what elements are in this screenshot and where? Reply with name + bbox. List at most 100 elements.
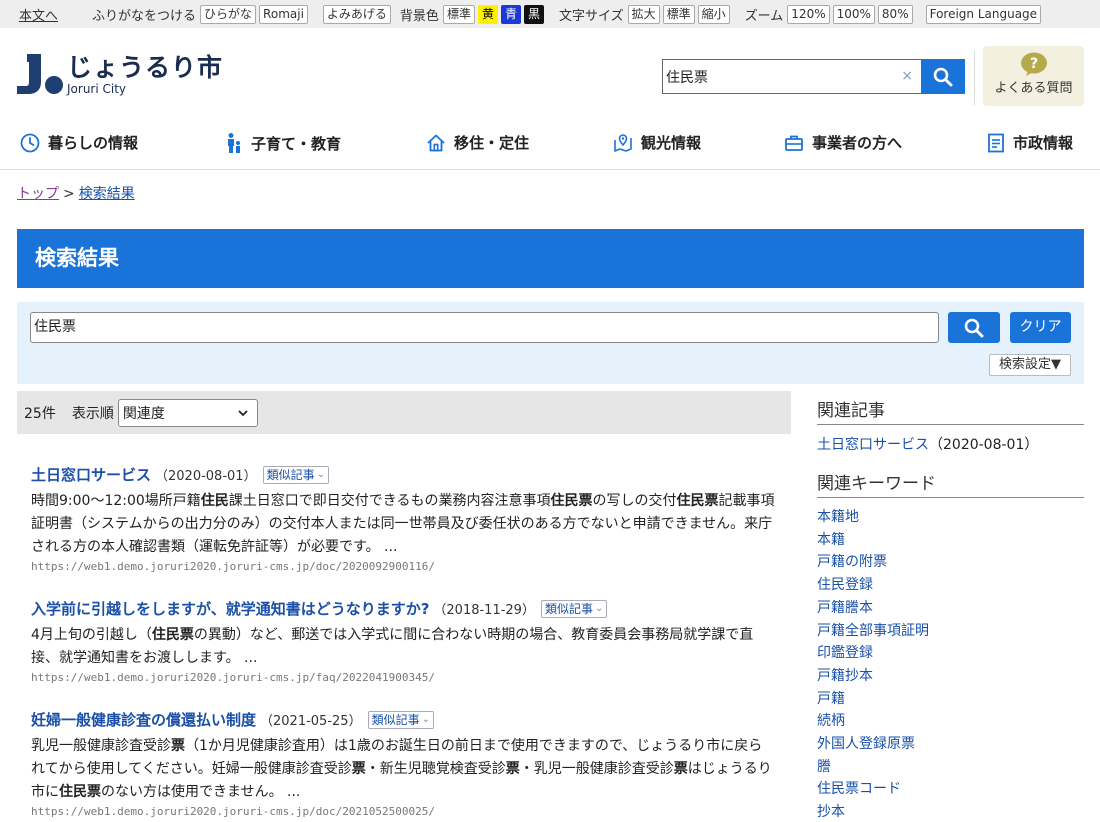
result-title-link[interactable]: 入学前に引越しをしますが、就学通知書はどうなりますか?	[31, 598, 429, 619]
logo-mark-icon	[17, 54, 63, 96]
page-title: 検索結果	[17, 229, 1084, 288]
logo-subtitle: Joruri City	[67, 82, 127, 96]
clear-search-icon[interactable]: ×	[901, 68, 913, 84]
keyword-link[interactable]: 戸籍	[817, 688, 1084, 711]
keyword-link[interactable]: 住民登録	[817, 574, 1084, 597]
result-snippet: 時間9:00～12:00場所戸籍住民課土日窓口で即日交付できるもの業務内容注意事…	[31, 493, 775, 555]
site-logo[interactable]: じょうるり市 Joruri City	[17, 54, 223, 96]
breadcrumb: トップ > 検索結果	[17, 183, 135, 203]
header-divider	[974, 50, 975, 105]
nav-item-childcare[interactable]: 子育て・教育	[225, 132, 341, 154]
related-article-link[interactable]: 土日窓口サービス	[817, 437, 929, 453]
keyword-link[interactable]: 戸籍抄本	[817, 665, 1084, 688]
font-size-group: 文字サイズ 拡大 標準 縮小	[559, 4, 733, 24]
nav-item-tourism[interactable]: 観光情報	[613, 132, 701, 153]
foreign-language-group: Foreign Language	[925, 4, 1044, 24]
zoom-120-button[interactable]: 120%	[787, 4, 830, 24]
result-url: https://web1.demo.joruri2020.joruri-cms.…	[31, 805, 435, 818]
chevron-down-icon	[238, 409, 248, 416]
svg-text:?: ?	[1029, 56, 1037, 72]
related-articles-heading: 関連記事	[817, 396, 1084, 425]
map-pin-icon	[614, 133, 632, 152]
result-snippet: 乳児一般健康診査受診票（1か月児健康診査用）は1歳のお誕生日の前日まで使用できま…	[31, 738, 772, 800]
global-nav: 暮らしの情報 子育て・教育 移住・定住 観光情報 事業者の方へ 市政情報	[0, 124, 1100, 170]
keyword-link[interactable]: 続柄	[817, 710, 1084, 733]
keyword-list: 本籍地 本籍 戸籍の附票 住民登録 戸籍謄本 戸籍全部事項証明 印鑑登録 戸籍抄…	[817, 506, 1084, 822]
nav-label: 移住・定住	[454, 134, 530, 152]
zoom-group: ズーム 120% 100% 80%	[745, 4, 916, 24]
result-date: （2021-05-25）	[260, 714, 362, 729]
document-icon	[988, 133, 1004, 152]
result-url: https://web1.demo.joruri2020.joruri-cms.…	[31, 560, 435, 573]
nav-label: 市政情報	[1013, 134, 1074, 152]
zoom-100-button[interactable]: 100%	[832, 4, 875, 24]
nav-item-relocation[interactable]: 移住・定住	[426, 132, 529, 153]
bg-color-group: 背景色 標準 黄 青 黒	[399, 4, 547, 24]
sort-select[interactable]: 関連度	[117, 398, 258, 427]
breadcrumb-home-link[interactable]: トップ	[17, 186, 59, 202]
header-search-input[interactable]	[666, 68, 886, 85]
font-enlarge-button[interactable]: 拡大	[627, 4, 660, 24]
font-shrink-button[interactable]: 縮小	[697, 4, 730, 24]
header-search-box: ×	[662, 59, 922, 94]
keyword-link[interactable]: 外国人登録原票	[817, 733, 1084, 756]
bg-blue-button[interactable]: 青	[500, 4, 521, 24]
result-count: 25件	[24, 405, 56, 422]
result-date: （2018-11-29）	[433, 603, 535, 618]
nav-label: 子育て・教育	[251, 134, 342, 153]
bg-standard-button[interactable]: 標準	[442, 4, 475, 24]
keyword-link[interactable]: 戸籍の附票	[817, 551, 1084, 574]
keyword-link[interactable]: 謄	[817, 756, 1084, 779]
search-query-input[interactable]: 住民票	[30, 312, 939, 343]
skip-to-content-link[interactable]: 本文へ	[19, 5, 58, 24]
search-submit-button[interactable]	[948, 312, 1000, 343]
faq-button[interactable]: ? よくある質問	[983, 46, 1084, 106]
nav-item-government[interactable]: 市政情報	[987, 132, 1073, 153]
keyword-link[interactable]: 印鑑登録	[817, 642, 1084, 665]
furigana-romaji-button[interactable]: Romaji	[259, 4, 308, 24]
zoom-80-button[interactable]: 80%	[877, 4, 913, 24]
briefcase-icon	[785, 135, 803, 151]
bg-yellow-button[interactable]: 黄	[477, 4, 498, 24]
related-keywords-heading: 関連キーワード	[817, 469, 1084, 498]
result-title-link[interactable]: 土日窓口サービス	[31, 464, 151, 485]
clear-button[interactable]: クリア	[1010, 312, 1071, 343]
breadcrumb-current-link[interactable]: 検索結果	[79, 186, 135, 202]
nav-item-business[interactable]: 事業者の方へ	[784, 132, 902, 153]
header-search-button[interactable]	[921, 59, 965, 94]
result-url: https://web1.demo.joruri2020.joruri-cms.…	[31, 671, 435, 684]
keyword-link[interactable]: 戸籍全部事項証明	[817, 620, 1084, 643]
read-aloud-button[interactable]: よみあげる	[322, 4, 391, 24]
chevron-down-icon: ⌄	[421, 713, 430, 725]
chevron-down-icon: ⌄	[594, 602, 604, 614]
related-articles-section: 関連記事 土日窓口サービス（2020-08-01）	[817, 396, 1084, 454]
utility-bar: 本文へ ふりがなをつける ひらがな Romaji よみあげる 背景色 標準 黄 …	[0, 0, 1100, 28]
result-item: 妊婦一般健康診査の償還払い制度 （2021-05-25） 類似記事 ⌄ 乳児一般健…	[31, 709, 776, 818]
font-size-label: 文字サイズ	[559, 8, 624, 24]
similar-articles-button[interactable]: 類似記事 ⌄	[540, 599, 608, 618]
keyword-link[interactable]: 本籍	[817, 529, 1084, 552]
furigana-hiragana-button[interactable]: ひらがな	[200, 4, 257, 24]
foreign-language-button[interactable]: Foreign Language	[925, 4, 1042, 24]
bg-color-label: 背景色	[399, 8, 439, 24]
related-article-date: （2020-08-01）	[929, 437, 1039, 453]
nav-label: 観光情報	[641, 134, 702, 152]
similar-articles-button[interactable]: 類似記事 ⌄	[262, 465, 329, 484]
font-standard-button[interactable]: 標準	[662, 4, 695, 24]
keyword-link[interactable]: 本籍地	[817, 506, 1084, 529]
house-icon	[427, 134, 445, 151]
nav-item-living[interactable]: 暮らしの情報	[20, 132, 138, 153]
search-settings-button[interactable]: 検索設定▼	[989, 354, 1071, 376]
similar-articles-button[interactable]: 類似記事 ⌄	[367, 710, 434, 729]
result-item: 入学前に引越しをしますが、就学通知書はどうなりますか? （2018-11-29）…	[31, 598, 776, 684]
keyword-link[interactable]: 戸籍謄本	[817, 597, 1084, 620]
bg-black-button[interactable]: 黒	[523, 4, 544, 24]
result-title-link[interactable]: 妊婦一般健康診査の償還払い制度	[31, 709, 256, 730]
search-panel: 住民票 クリア 検索設定▼	[17, 302, 1084, 384]
keyword-link[interactable]: 抄本	[817, 801, 1084, 822]
faq-label: よくある質問	[994, 81, 1073, 96]
logo-text: じょうるり市 Joruri City	[67, 53, 224, 97]
clock-icon	[20, 133, 40, 152]
keyword-link[interactable]: 住民票コード	[817, 778, 1084, 801]
logo-name: じょうるり市	[67, 53, 224, 82]
